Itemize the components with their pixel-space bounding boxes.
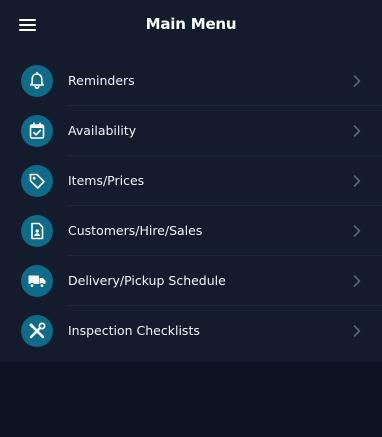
chevron-right-icon [353, 125, 361, 137]
menu-item-label: Reminders [68, 73, 135, 88]
truck-icon [28, 275, 46, 289]
menu-item-label: Customers/Hire/Sales [68, 223, 203, 238]
menu-item-reminders[interactable]: Reminders [0, 56, 382, 106]
menu-item-label: Items/Prices [68, 173, 145, 188]
chevron-right-icon [353, 225, 361, 237]
menu-item-delivery-pickup-schedule[interactable]: Delivery/Pickup Schedule [0, 256, 382, 306]
app-header: Main Menu [0, 0, 382, 50]
chevron-right-icon [353, 275, 361, 287]
menu-item-label: Delivery/Pickup Schedule [68, 273, 226, 288]
menu-item-label: Inspection Checklists [68, 323, 200, 338]
menu-item-label: Availability [68, 123, 137, 138]
menu-item-customers-hire-sales[interactable]: Customers/Hire/Sales [0, 206, 382, 256]
main-menu-screen: Main Menu Reminders Availability Items/P… [0, 0, 382, 437]
menu-item-availability[interactable]: Availability [0, 106, 382, 156]
menu-list: Reminders Availability Items/Prices Cust… [0, 56, 382, 356]
menu-item-icon-badge [21, 265, 53, 297]
page-title: Main Menu [145, 15, 237, 33]
menu-panel: Reminders Availability Items/Prices Cust… [0, 50, 382, 362]
menu-item-icon-badge [21, 215, 53, 247]
menu-item-icon-badge [21, 165, 53, 197]
tools-icon [29, 322, 46, 339]
contact-card-icon [31, 222, 44, 240]
menu-item-icon-badge [21, 65, 53, 97]
menu-item-items-prices[interactable]: Items/Prices [0, 156, 382, 206]
price-tag-icon [29, 173, 45, 189]
menu-item-inspection-checklists[interactable]: Inspection Checklists [0, 306, 382, 356]
chevron-right-icon [353, 175, 361, 187]
bell-icon [30, 71, 44, 90]
menu-item-icon-badge [21, 115, 53, 147]
menu-item-icon-badge [21, 315, 53, 347]
calendar-check-icon [29, 122, 45, 139]
chevron-right-icon [353, 325, 361, 337]
chevron-right-icon [353, 75, 361, 87]
